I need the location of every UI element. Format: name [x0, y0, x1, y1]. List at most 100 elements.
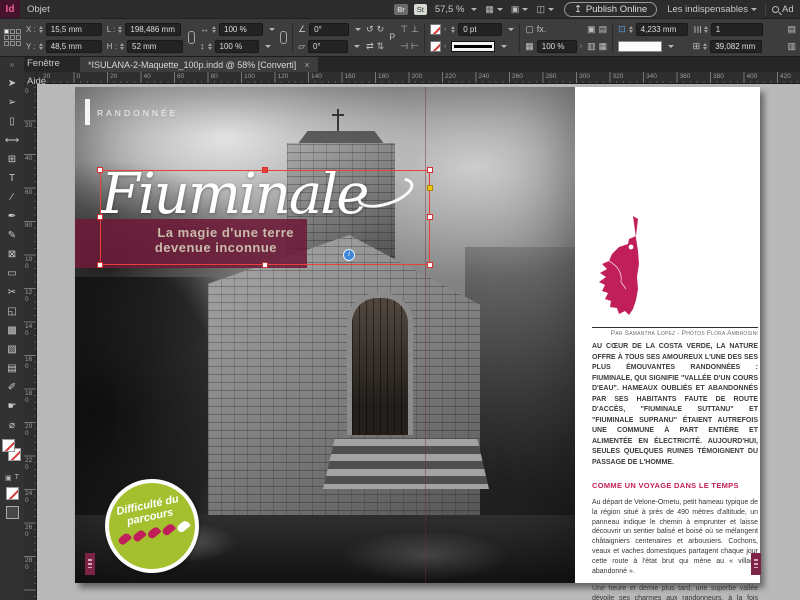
corner-radius-field[interactable]: 4,233 mm — [636, 23, 688, 36]
stepper-icon[interactable] — [118, 26, 122, 33]
width-field[interactable]: 198,486 mm — [125, 23, 181, 36]
rotate-cw-icon[interactable]: ↻ — [377, 25, 385, 34]
swatch-dropdown[interactable] — [618, 41, 662, 52]
tool-icon[interactable]: ⊞ — [2, 150, 22, 169]
shear-field[interactable]: 0° — [308, 40, 348, 53]
tool-icon[interactable]: ⟷ — [2, 131, 22, 150]
reference-point-proxy[interactable] — [4, 29, 21, 46]
proxy-cell[interactable] — [16, 41, 21, 46]
selection-handle[interactable] — [262, 262, 268, 268]
align-left-icon[interactable]: ⊣ — [400, 42, 408, 51]
effects-icon[interactable]: fx. — [537, 25, 547, 34]
proxy-cell[interactable] — [4, 29, 9, 34]
tool-icon[interactable]: ◱ — [2, 302, 22, 321]
selection-handle[interactable] — [97, 262, 103, 268]
rotation-field[interactable]: 0° — [309, 23, 349, 36]
align-bottom-icon[interactable]: ⊥ — [411, 25, 419, 34]
flip-vertical-icon[interactable]: ⇅ — [377, 42, 385, 51]
proxy-cell[interactable] — [4, 35, 9, 40]
panel-menu-icon[interactable]: ▥ — [787, 42, 796, 51]
align-top-icon[interactable]: ⊤ — [400, 25, 408, 34]
panel-options-icon[interactable]: ▤ — [787, 25, 796, 34]
stock-button[interactable]: St — [414, 4, 427, 15]
tool-icon[interactable]: ▩ — [2, 321, 22, 340]
x-field[interactable]: 15,5 mm — [46, 23, 102, 36]
selection-handle[interactable] — [427, 167, 433, 173]
tool-icon[interactable]: ☛ — [2, 397, 22, 416]
proxy-cell[interactable] — [10, 41, 15, 46]
stepper-icon[interactable] — [39, 26, 43, 33]
constrain-scale-icon[interactable] — [280, 31, 287, 44]
magazine-spread[interactable]: RANDONNÉE La magie d'une terre devenue i… — [75, 87, 760, 583]
stroke-style-dropdown[interactable] — [451, 41, 495, 52]
scale-y-field[interactable]: 100 % — [215, 40, 259, 53]
menu-item[interactable]: Aide — [20, 72, 73, 90]
stock-search-input[interactable]: Ad — [766, 4, 800, 15]
stroke-weight-field[interactable]: 0 pt — [458, 23, 502, 36]
proxy-cell[interactable] — [16, 35, 21, 40]
tool-icon[interactable]: ▤ — [2, 359, 22, 378]
zoom-level-dropdown[interactable]: 57,5 % — [435, 4, 465, 15]
selection-handle[interactable] — [97, 214, 103, 220]
bridge-button[interactable]: Br — [394, 4, 408, 15]
chevron-right-icon[interactable]: › — [444, 43, 446, 50]
screen-mode-icon[interactable]: ▣ — [511, 4, 520, 15]
close-icon[interactable]: × — [304, 60, 309, 70]
selection-handle-top-center[interactable] — [262, 167, 268, 173]
selection-frame[interactable]: i — [100, 170, 430, 265]
wrap-bounding-icon[interactable]: ▤ — [599, 25, 608, 34]
fill-swatch-none[interactable] — [430, 41, 441, 52]
tool-icon[interactable]: ✒ — [2, 207, 22, 226]
view-options-icon[interactable]: ▦ — [485, 4, 494, 15]
vertical-ruler[interactable]: 020406080100120140160180200220240260280 — [24, 84, 37, 600]
tool-icon[interactable]: ✂ — [2, 283, 22, 302]
fill-swatch-none-icon[interactable] — [2, 439, 15, 452]
content-grabber-icon[interactable]: i — [343, 249, 355, 261]
opacity-field[interactable]: 100 % — [537, 40, 577, 53]
stepper-icon[interactable] — [451, 26, 455, 33]
pasteboard[interactable]: RANDONNÉE La magie d'une terre devenue i… — [37, 84, 800, 600]
workspace-switcher[interactable]: Les indispensables — [667, 4, 766, 15]
constrain-dimensions-icon[interactable] — [188, 31, 195, 44]
formatting-container-icon[interactable]: ▣ — [5, 474, 12, 482]
gutter-field[interactable]: 39,082 mm — [710, 40, 762, 53]
arrange-documents-icon[interactable]: ◫ — [536, 4, 545, 15]
tool-icon[interactable]: ⊠ — [2, 245, 22, 264]
screen-mode-button[interactable] — [6, 506, 19, 519]
tool-icon[interactable]: ▨ — [2, 340, 22, 359]
corsica-map[interactable] — [595, 213, 665, 325]
select-container-icon[interactable]: P — [389, 33, 395, 42]
stepper-icon[interactable] — [120, 43, 124, 50]
stepper-icon[interactable] — [212, 26, 216, 33]
wrap-jump-icon[interactable]: ▦ — [599, 42, 608, 51]
tool-icon[interactable]: ⌀ — [2, 416, 22, 435]
tool-icon[interactable]: ▭ — [2, 264, 22, 283]
formatting-text-icon[interactable]: T — [15, 474, 19, 482]
corner-options-icon[interactable]: ▢ — [525, 25, 534, 34]
tool-icon[interactable]: ✐ — [2, 378, 22, 397]
chevron-right-icon[interactable]: › — [444, 26, 446, 33]
scale-x-field[interactable]: 100 % — [219, 23, 263, 36]
publish-online-button[interactable]: ↥ Publish Online — [564, 2, 657, 17]
apply-none-swatch[interactable] — [6, 487, 19, 500]
tool-icon[interactable]: ➤ — [2, 74, 22, 93]
article-column[interactable]: Par Samantha Lopez - Photos Flora Ambros… — [592, 327, 758, 600]
stepper-icon[interactable] — [704, 26, 708, 33]
proxy-cell[interactable] — [10, 29, 15, 34]
menu-item[interactable]: Objet — [20, 0, 73, 18]
horizontal-ruler[interactable]: 2002040608010012014016018020022024026028… — [37, 72, 800, 84]
height-field[interactable]: 52 mm — [127, 40, 183, 53]
proxy-cell[interactable] — [16, 29, 21, 34]
selection-handle[interactable] — [97, 167, 103, 173]
stroke-swatch-none[interactable] — [430, 24, 441, 35]
tool-icon[interactable]: T — [2, 169, 22, 188]
tool-icon[interactable]: ✎ — [2, 226, 22, 245]
live-corner-handle[interactable] — [427, 185, 433, 191]
selection-handle[interactable] — [427, 262, 433, 268]
flip-horizontal-icon[interactable]: ⇄ — [366, 42, 374, 51]
chevron-right-icon[interactable]: › — [580, 43, 582, 50]
stepper-icon[interactable] — [629, 26, 633, 33]
stepper-icon[interactable] — [208, 43, 212, 50]
y-field[interactable]: 48,5 mm — [46, 40, 102, 53]
stepper-icon[interactable] — [703, 43, 707, 50]
